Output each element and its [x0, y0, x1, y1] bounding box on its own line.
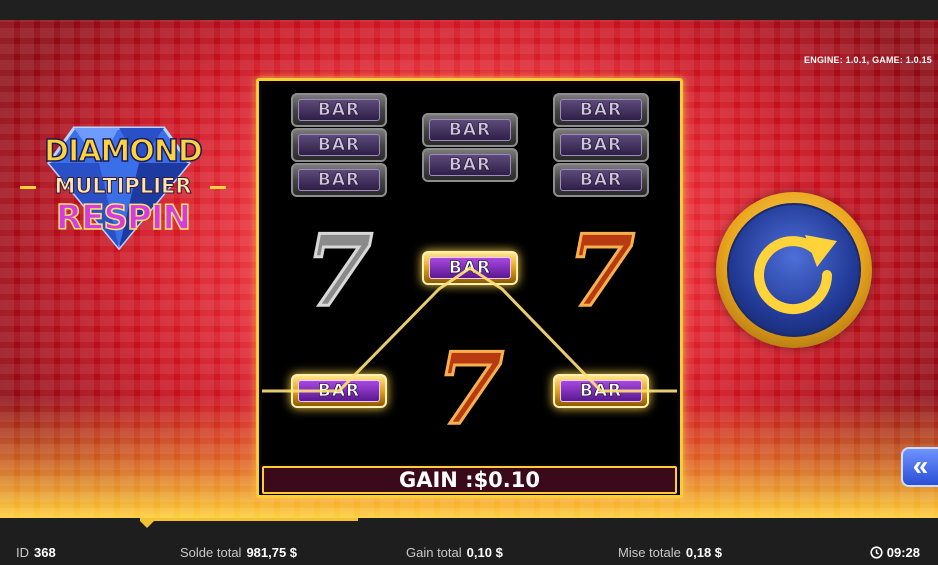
side-menu-button[interactable]: «: [901, 447, 938, 487]
reel2-symbol2: BAR: [422, 148, 518, 182]
game-stage: ENGINE: 1.0.1, GAME: 1.0.15 DIAMOND MULT…: [0, 20, 938, 518]
reel1-symbol3: BAR: [291, 163, 387, 197]
reel1-symbol2: BAR: [291, 128, 387, 162]
top-bar: [0, 0, 938, 20]
reel3-symbol5-win: BAR: [553, 374, 649, 408]
clock: 09:28: [870, 545, 920, 560]
logo-title-line3: RESPIN: [55, 197, 191, 239]
clock-time: 09:28: [886, 545, 920, 560]
status-bar: ID 368 Solde total 981,75 $ Gain total 0,10…: [0, 518, 938, 565]
chevron-double-left-icon: «: [912, 450, 929, 481]
session-id: ID 368: [16, 545, 56, 560]
reel1-symbol4: 7: [303, 214, 374, 329]
reel1-symbol5-win: BAR: [291, 374, 387, 408]
version-label: ENGINE: 1.0.1, GAME: 1.0.15: [804, 55, 932, 65]
logo-title-line1: DIAMOND: [43, 133, 203, 170]
reel2-symbol4: 7: [434, 332, 505, 447]
reel2-symbol1: BAR: [422, 113, 518, 147]
reel3-symbol4: 7: [565, 214, 636, 329]
spin-button[interactable]: [716, 192, 872, 348]
reel-window: BAR BAR BAR 7 BAR BAR BAR BAR 7 BAR BAR …: [256, 78, 683, 498]
reel-area: BAR BAR BAR 7 BAR BAR BAR BAR 7 BAR BAR …: [262, 84, 677, 464]
total-bet: Mise totale 0,18 $: [618, 545, 723, 560]
reel3-symbol2: BAR: [553, 128, 649, 162]
spin-icon: [754, 235, 837, 315]
logo-title-line2: MULTIPLIER: [54, 174, 192, 199]
gain-display: GAIN :$0.10: [262, 466, 677, 494]
reel2-symbol3-win: BAR: [422, 251, 518, 285]
reel1-symbol1: BAR: [291, 93, 387, 127]
clock-icon: [870, 546, 883, 559]
total-gain: Gain total 0,10 $: [406, 545, 503, 560]
game-logo: DIAMOND MULTIPLIER RESPIN: [14, 106, 232, 266]
balance: Solde total 981,75 $: [180, 545, 298, 560]
reel3-symbol3: BAR: [553, 163, 649, 197]
reel3-symbol1: BAR: [553, 93, 649, 127]
